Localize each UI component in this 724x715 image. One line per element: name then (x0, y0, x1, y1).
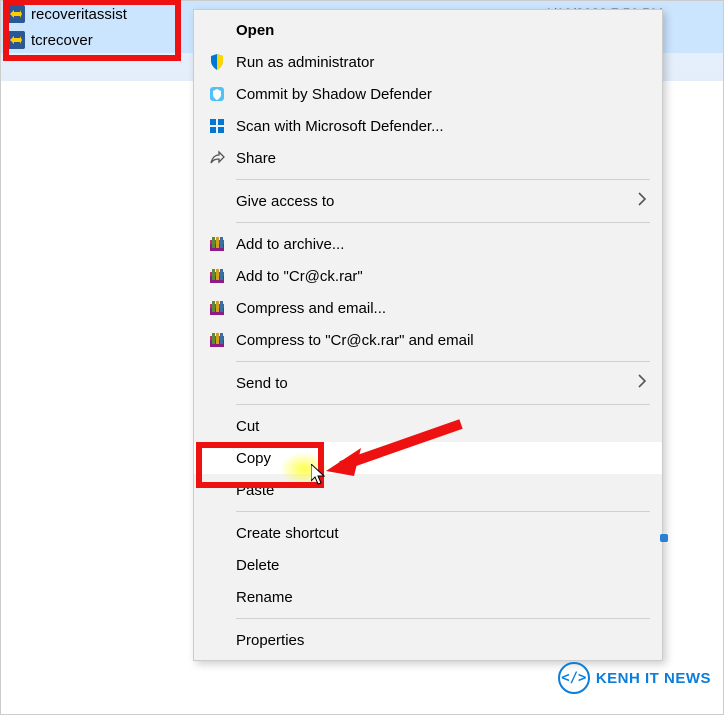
menu-open[interactable]: Open (194, 14, 662, 46)
menu-label: Send to (236, 375, 636, 392)
menu-separator (236, 179, 650, 180)
menu-label: Add to archive... (236, 236, 648, 253)
menu-give-access[interactable]: Give access to (194, 185, 662, 217)
menu-cut[interactable]: Cut (194, 410, 662, 442)
menu-paste[interactable]: Paste (194, 474, 662, 506)
menu-separator (236, 361, 650, 362)
menu-delete[interactable]: Delete (194, 549, 662, 581)
menu-separator (236, 511, 650, 512)
winrar-icon (208, 331, 236, 349)
menu-copy[interactable]: Copy (194, 442, 662, 474)
winrar-icon (208, 267, 236, 285)
menu-label: Commit by Shadow Defender (236, 86, 648, 103)
menu-separator (236, 222, 650, 223)
menu-label: Paste (236, 482, 648, 499)
file-name-label: tcrecover (31, 32, 93, 49)
menu-run-admin[interactable]: Run as administrator (194, 46, 662, 78)
share-icon (208, 149, 236, 167)
menu-create-shortcut[interactable]: Create shortcut (194, 517, 662, 549)
watermark-text: KENH IT NEWS (596, 670, 711, 687)
menu-label: Give access to (236, 193, 636, 210)
app-icon (7, 31, 25, 49)
watermark-logo-icon: </> (558, 662, 590, 694)
shield-icon (208, 53, 236, 71)
shadow-defender-icon (208, 85, 236, 103)
menu-commit-shadow[interactable]: Commit by Shadow Defender (194, 78, 662, 110)
menu-rename[interactable]: Rename (194, 581, 662, 613)
file-name-label: recoveritassist (31, 6, 127, 23)
menu-compress-email[interactable]: Compress and email... (194, 292, 662, 324)
menu-label: Copy (236, 450, 648, 467)
menu-share[interactable]: Share (194, 142, 662, 174)
menu-label: Delete (236, 557, 648, 574)
menu-add-archive[interactable]: Add to archive... (194, 228, 662, 260)
menu-label: Scan with Microsoft Defender... (236, 118, 648, 135)
menu-separator (236, 404, 650, 405)
menu-compress-to-email[interactable]: Compress to "Cr@ck.rar" and email (194, 324, 662, 356)
menu-label: Run as administrator (236, 54, 648, 71)
menu-label: Rename (236, 589, 648, 606)
watermark-symbol: </> (561, 670, 586, 686)
menu-label: Compress and email... (236, 300, 648, 317)
menu-label: Cut (236, 418, 648, 435)
context-menu: Open Run as administrator Commit by Shad… (193, 9, 663, 661)
winrar-icon (208, 299, 236, 317)
menu-scan-defender[interactable]: Scan with Microsoft Defender... (194, 110, 662, 142)
decorative-dot (660, 534, 668, 542)
menu-label: Share (236, 150, 648, 167)
app-icon (7, 5, 25, 23)
menu-send-to[interactable]: Send to (194, 367, 662, 399)
menu-label: Create shortcut (236, 525, 648, 542)
menu-add-to-rar[interactable]: Add to "Cr@ck.rar" (194, 260, 662, 292)
winrar-icon (208, 235, 236, 253)
menu-label: Properties (236, 632, 648, 649)
chevron-right-icon (636, 373, 648, 394)
menu-label: Open (236, 22, 648, 39)
defender-icon (208, 117, 236, 135)
menu-label: Add to "Cr@ck.rar" (236, 268, 648, 285)
menu-properties[interactable]: Properties (194, 624, 662, 656)
chevron-right-icon (636, 191, 648, 212)
watermark: </> KENH IT NEWS (558, 662, 711, 694)
menu-separator (236, 618, 650, 619)
menu-label: Compress to "Cr@ck.rar" and email (236, 332, 648, 349)
